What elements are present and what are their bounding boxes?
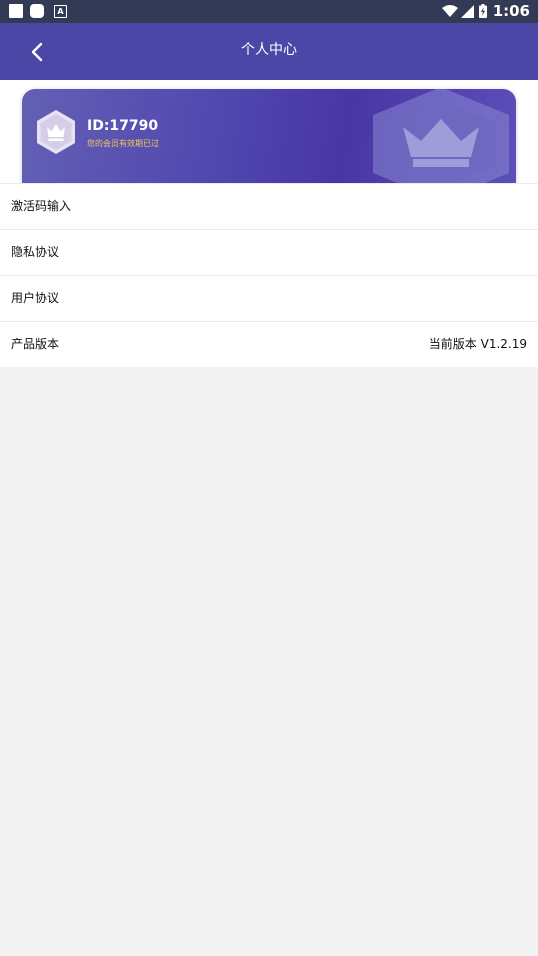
app-bar: 个人中心 bbox=[0, 23, 538, 80]
menu-item-label: 用户协议 bbox=[11, 291, 60, 305]
menu-item-user-agreement[interactable]: 用户协议 bbox=[0, 275, 538, 321]
status-time: 1:06 bbox=[492, 2, 530, 20]
a-box-icon: A bbox=[54, 5, 67, 18]
rounded-square-icon bbox=[30, 4, 44, 18]
membership-status: 您的会员有效期已过 bbox=[87, 139, 159, 148]
page-title: 个人中心 bbox=[241, 42, 297, 58]
settings-menu: 激活码输入 隐私协议 用户协议 产品版本 当前版本 V1.2.19 bbox=[0, 183, 538, 367]
member-card: ID:17790 您的会员有效期已过 bbox=[22, 89, 516, 183]
menu-item-label: 产品版本 bbox=[11, 337, 60, 351]
menu-item-product-version[interactable]: 产品版本 当前版本 V1.2.19 bbox=[0, 321, 538, 367]
white-square-icon bbox=[9, 4, 23, 18]
menu-item-label: 隐私协议 bbox=[11, 245, 60, 259]
chevron-left-icon bbox=[31, 42, 43, 62]
status-bar: A 1:06 bbox=[0, 0, 538, 23]
signal-icon bbox=[461, 5, 474, 18]
member-id: ID:17790 bbox=[87, 118, 159, 134]
menu-item-privacy-policy[interactable]: 隐私协议 bbox=[0, 229, 538, 275]
large-crown-watermark-icon bbox=[373, 89, 509, 183]
battery-charging-icon bbox=[479, 4, 487, 18]
wifi-icon bbox=[442, 5, 458, 17]
menu-item-activation-code[interactable]: 激活码输入 bbox=[0, 183, 538, 229]
back-button[interactable] bbox=[20, 35, 54, 69]
menu-item-label: 激活码输入 bbox=[11, 199, 72, 213]
crown-badge-icon bbox=[37, 110, 75, 154]
version-value: 当前版本 V1.2.19 bbox=[428, 337, 527, 351]
